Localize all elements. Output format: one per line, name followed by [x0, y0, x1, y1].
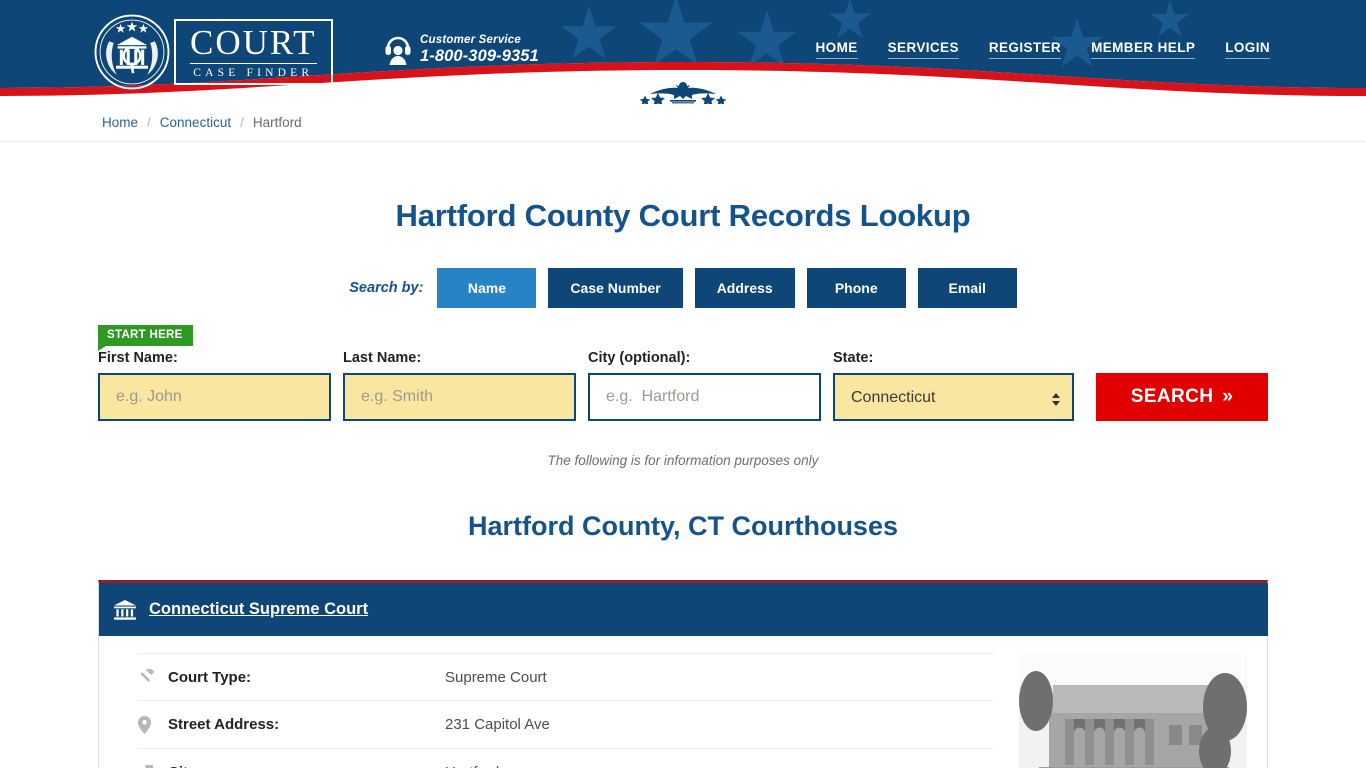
- logo-subtitle: CASE FINDER: [193, 67, 314, 80]
- start-here-badge: START HERE: [98, 325, 193, 352]
- search-by-tabs: Search by: Name Case Number Address Phon…: [0, 268, 1366, 308]
- court-card: Connecticut Supreme Court Court Type: Su: [98, 580, 1270, 768]
- detail-label: Street Address:: [168, 716, 280, 733]
- detail-value: Supreme Court: [445, 668, 547, 686]
- detail-row-street-address: Street Address: 231 Capitol Ave: [138, 701, 993, 749]
- court-seal-icon: [94, 14, 170, 90]
- customer-service-label: Customer Service: [420, 34, 521, 46]
- site-logo[interactable]: COURT CASE FINDER: [94, 12, 333, 92]
- nav-item-register[interactable]: REGISTER: [988, 40, 1062, 59]
- disclaimer-text: The following is for information purpose…: [547, 453, 819, 468]
- logo-text-box: COURT CASE FINDER: [174, 19, 333, 85]
- state-label: State:: [833, 350, 874, 366]
- tab-case-number[interactable]: Case Number: [548, 268, 683, 308]
- city-icon: [138, 764, 168, 768]
- last-name-label: Last Name:: [343, 350, 422, 366]
- search-form: START HERE First Name: Last Name: City (…: [98, 325, 1268, 421]
- detail-label: Court Type:: [168, 668, 252, 686]
- nav-item-home[interactable]: HOME: [815, 40, 858, 59]
- court-card-body: Court Type: Supreme Court Street Address…: [99, 636, 1267, 768]
- city-input[interactable]: [588, 373, 821, 421]
- bank-courthouse-icon: [114, 599, 136, 620]
- nav-item-services[interactable]: SERVICES: [887, 40, 959, 59]
- nav-item-member-help[interactable]: MEMBER HELP: [1091, 40, 1196, 59]
- nav-item-login[interactable]: LOGIN: [1225, 40, 1270, 59]
- main-content: Hartford County Court Records Lookup Sea…: [0, 142, 1366, 768]
- customer-service-block: Customer Service 1-800-309-9351: [385, 33, 539, 66]
- detail-value: 231 Capitol Ave: [445, 716, 550, 733]
- search-button-label: SEARCH: [1130, 386, 1214, 407]
- court-details-list: Court Type: Supreme Court Street Address…: [119, 653, 1013, 768]
- breadcrumb: Home / Connecticut / Hartford: [0, 104, 1366, 142]
- court-card-header: Connecticut Supreme Court: [99, 583, 1270, 636]
- tab-phone[interactable]: Phone: [806, 268, 906, 308]
- tab-name[interactable]: Name: [437, 268, 537, 308]
- detail-label: City:: [168, 764, 445, 768]
- breadcrumb-item-connecticut[interactable]: Connecticut: [160, 115, 231, 130]
- courthouses-section-title: Hartford County, CT Courthouses: [468, 511, 898, 541]
- breadcrumb-item-home[interactable]: Home: [102, 115, 138, 130]
- first-name-field-group: First Name:: [98, 350, 331, 421]
- double-chevron-right-icon: »: [1222, 386, 1234, 407]
- courthouse-photo: [1019, 655, 1247, 768]
- breadcrumb-separator: /: [147, 115, 151, 130]
- breadcrumb-separator: /: [240, 115, 244, 130]
- search-fields-row: First Name: Last Name: City (optional): …: [98, 325, 1268, 421]
- search-button[interactable]: SEARCH »: [1096, 373, 1268, 421]
- detail-row-court-type: Court Type: Supreme Court: [138, 653, 993, 701]
- tab-address[interactable]: Address: [694, 268, 795, 308]
- state-select[interactable]: Connecticut: [833, 373, 1074, 421]
- customer-service-phone[interactable]: 1-800-309-9351: [420, 47, 539, 66]
- last-name-input[interactable]: [343, 373, 576, 421]
- state-field-group: State: Connecticut: [833, 350, 1074, 421]
- map-pin-icon: [138, 715, 168, 734]
- tab-email[interactable]: Email: [917, 268, 1017, 308]
- eagle-emblem-icon: [640, 82, 726, 104]
- main-navigation: HOME SERVICES REGISTER MEMBER HELP LOGIN: [815, 40, 1270, 59]
- headset-support-icon: [385, 36, 411, 65]
- first-name-input[interactable]: [98, 373, 331, 421]
- site-header: COURT CASE FINDER Customer Service 1-800…: [0, 0, 1366, 104]
- logo-title: COURT: [190, 23, 317, 65]
- first-name-label: First Name:: [98, 350, 178, 366]
- detail-row-city: City: Hartford: [138, 749, 993, 768]
- breadcrumb-item-hartford: Hartford: [252, 115, 302, 130]
- page-title: Hartford County Court Records Lookup: [395, 198, 971, 233]
- detail-value: Hartford: [445, 764, 499, 768]
- gavel-icon: [138, 668, 168, 686]
- last-name-field-group: Last Name:: [343, 350, 576, 421]
- city-label: City (optional):: [588, 350, 691, 366]
- city-field-group: City (optional):: [588, 350, 821, 421]
- search-by-label: Search by:: [349, 280, 424, 296]
- court-name-link[interactable]: Connecticut Supreme Court: [149, 600, 368, 619]
